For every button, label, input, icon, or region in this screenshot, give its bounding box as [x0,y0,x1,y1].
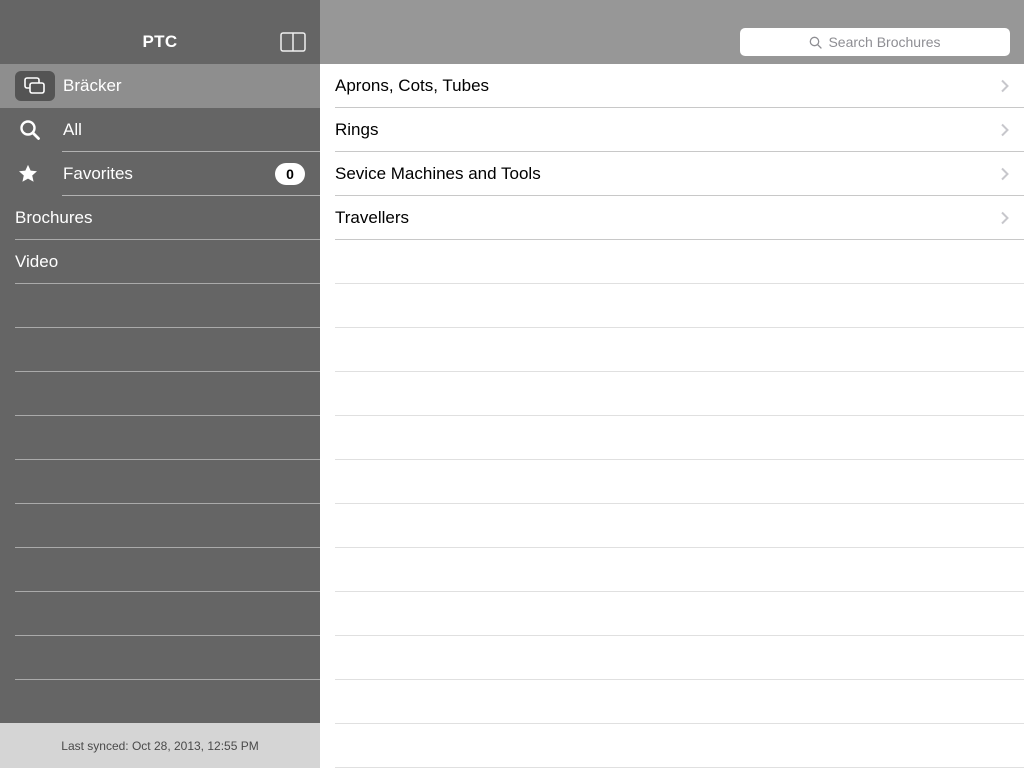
empty-row [320,328,1024,372]
stack-icon [15,71,55,101]
sidebar-title: PTC [143,32,178,52]
chevron-right-icon [1001,124,1009,137]
search-icon [15,115,55,145]
star-icon [15,159,55,189]
sync-footer: Last synced: Oct 28, 2013, 12:55 PM [0,723,320,768]
sidebar-nav-list: Bräcker All Favorites 0 [0,64,320,724]
category-row[interactable]: Travellers [320,196,1024,240]
empty-row [320,592,1024,636]
empty-row [320,284,1024,328]
empty-row [320,636,1024,680]
category-label: Travellers [335,208,409,228]
search-placeholder-text: Search Brochures [828,34,940,50]
sidebar-item-favorites[interactable]: Favorites 0 [0,152,320,196]
main-navbar: Search Brochures [320,20,1024,64]
empty-row [0,636,320,680]
empty-row [0,548,320,592]
search-input[interactable]: Search Brochures [740,28,1010,56]
empty-row [320,724,1024,768]
sidebar-item-label: Favorites [63,164,275,184]
favorites-badge: 0 [275,163,305,185]
category-row[interactable]: Rings [320,108,1024,152]
category-row[interactable]: Aprons, Cots, Tubes [320,64,1024,108]
sidebar-section-brochures[interactable]: Brochures [0,196,320,240]
book-icon [280,31,306,53]
sidebar-section-video[interactable]: Video [0,240,320,284]
section-label: Video [15,252,58,272]
empty-row [320,548,1024,592]
main-panel: Search Brochures Aprons, Cots, Tubes Rin… [320,0,1024,768]
sidebar-item-label: All [63,120,305,140]
chevron-right-icon [1001,80,1009,93]
category-label: Rings [335,120,378,140]
empty-row [0,372,320,416]
sidebar-item-label: Bräcker [63,76,305,96]
category-row[interactable]: Sevice Machines and Tools [320,152,1024,196]
category-label: Aprons, Cots, Tubes [335,76,489,96]
empty-row [320,504,1024,548]
empty-row [0,416,320,460]
empty-row [0,592,320,636]
sidebar: PTC Bräcker [0,0,320,768]
category-label: Sevice Machines and Tools [335,164,541,184]
category-list: Aprons, Cots, Tubes Rings Sevice Machine… [320,64,1024,768]
sidebar-item-all[interactable]: All [0,108,320,152]
empty-row [320,416,1024,460]
empty-row [0,504,320,548]
empty-row [320,460,1024,504]
empty-row [0,284,320,328]
sidebar-nav-right-button[interactable] [280,20,306,64]
empty-row [320,240,1024,284]
empty-row [0,460,320,504]
sidebar-item-bracker[interactable]: Bräcker [0,64,320,108]
empty-row [320,372,1024,416]
search-icon [809,36,822,49]
section-label: Brochures [15,208,92,228]
sync-label: Last synced: Oct 28, 2013, 12:55 PM [61,739,258,753]
empty-row [0,328,320,372]
empty-row [320,680,1024,724]
empty-row [0,680,320,724]
chevron-right-icon [1001,212,1009,225]
sidebar-navbar: PTC [0,20,320,64]
chevron-right-icon [1001,168,1009,181]
